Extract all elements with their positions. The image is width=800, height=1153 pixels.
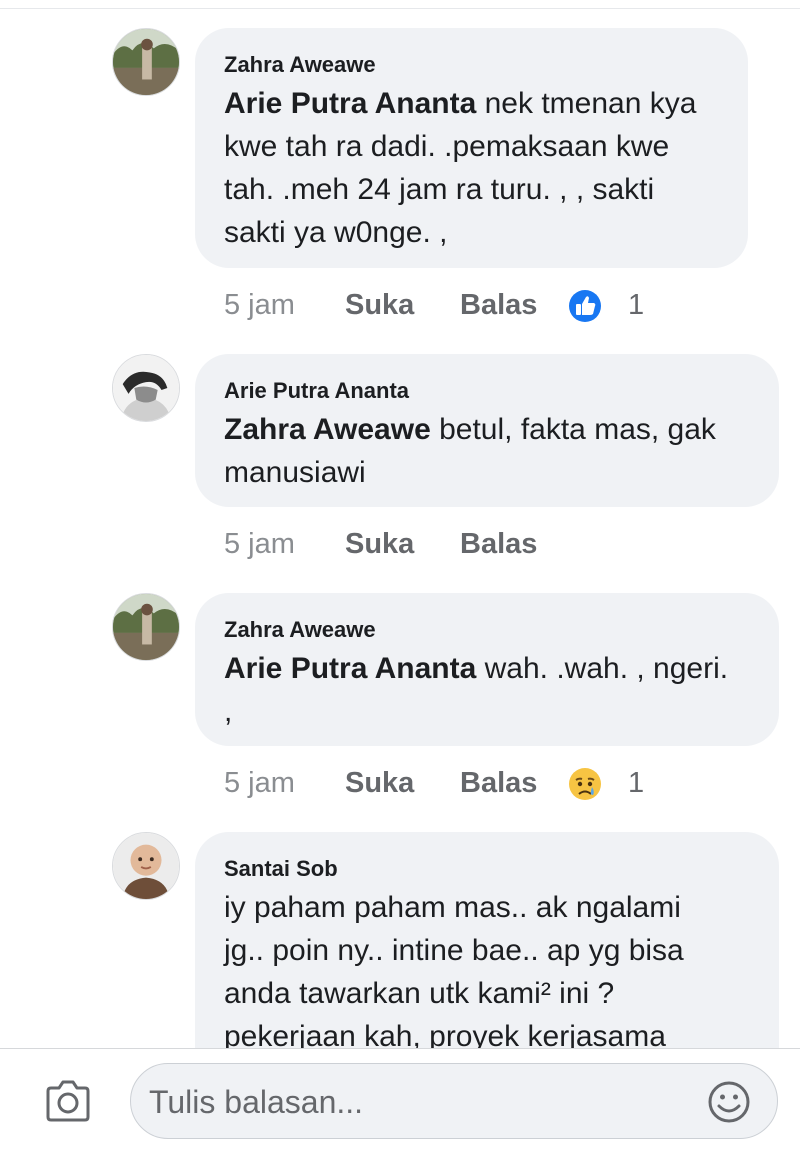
emoji-icon[interactable] [707, 1080, 751, 1124]
like-button[interactable]: Suka [345, 285, 414, 325]
reply-button[interactable]: Balas [460, 763, 537, 803]
avatar[interactable] [112, 354, 180, 422]
avatar[interactable] [112, 28, 180, 96]
comment-author[interactable]: Zahra Aweawe [224, 617, 751, 643]
reply-input-placeholder: Tulis balasan... [149, 1084, 364, 1120]
comment-thread: Zahra Aweawe Arie Putra Ananta nek tmena… [0, 0, 800, 1048]
comment-bubble: Arie Putra Ananta Zahra Aweawe betul, fa… [195, 354, 779, 507]
like-button[interactable]: Suka [345, 763, 414, 803]
comment-time[interactable]: 5 jam [224, 285, 295, 325]
reaction-count[interactable]: 1 [628, 763, 644, 803]
reaction-count[interactable]: 1 [628, 285, 644, 325]
comment-bubble: Zahra Aweawe Arie Putra Ananta wah. .wah… [195, 593, 779, 746]
mention-link[interactable]: Arie Putra Ananta [224, 652, 476, 685]
like-button[interactable]: Suka [345, 524, 414, 564]
comment-text: iy paham paham mas.. ak ngalami jg.. poi… [224, 891, 684, 1048]
comment-text: Zahra Aweawe betul, fakta mas, gak manus… [224, 413, 716, 489]
comment-time[interactable]: 5 jam [224, 524, 295, 564]
mention-link[interactable]: Arie Putra Ananta [224, 87, 476, 120]
reply-button[interactable]: Balas [460, 285, 537, 325]
reply-composer: Tulis balasan... [0, 1048, 800, 1153]
comment-author[interactable]: Arie Putra Ananta [224, 378, 751, 404]
avatar[interactable] [112, 593, 180, 661]
comment-text: Arie Putra Ananta wah. .wah. , ngeri. , [224, 652, 729, 728]
mention-link[interactable]: Zahra Aweawe [224, 413, 431, 446]
like-reaction-icon[interactable] [568, 289, 602, 323]
comment-author[interactable]: Zahra Aweawe [224, 52, 720, 78]
camera-icon[interactable] [44, 1079, 92, 1123]
comment-bubble: Santai Sob iy paham paham mas.. ak ngala… [195, 832, 779, 1048]
avatar[interactable] [112, 832, 180, 900]
reply-button[interactable]: Balas [460, 524, 537, 564]
comment-time[interactable]: 5 jam [224, 763, 295, 803]
comment-author[interactable]: Santai Sob [224, 856, 751, 882]
comment-bubble: Zahra Aweawe Arie Putra Ananta nek tmena… [195, 28, 748, 268]
comment-text: Arie Putra Ananta nek tmenan kya kwe tah… [224, 87, 697, 249]
reply-input[interactable]: Tulis balasan... [130, 1063, 778, 1139]
sad-reaction-icon[interactable] [568, 767, 602, 801]
